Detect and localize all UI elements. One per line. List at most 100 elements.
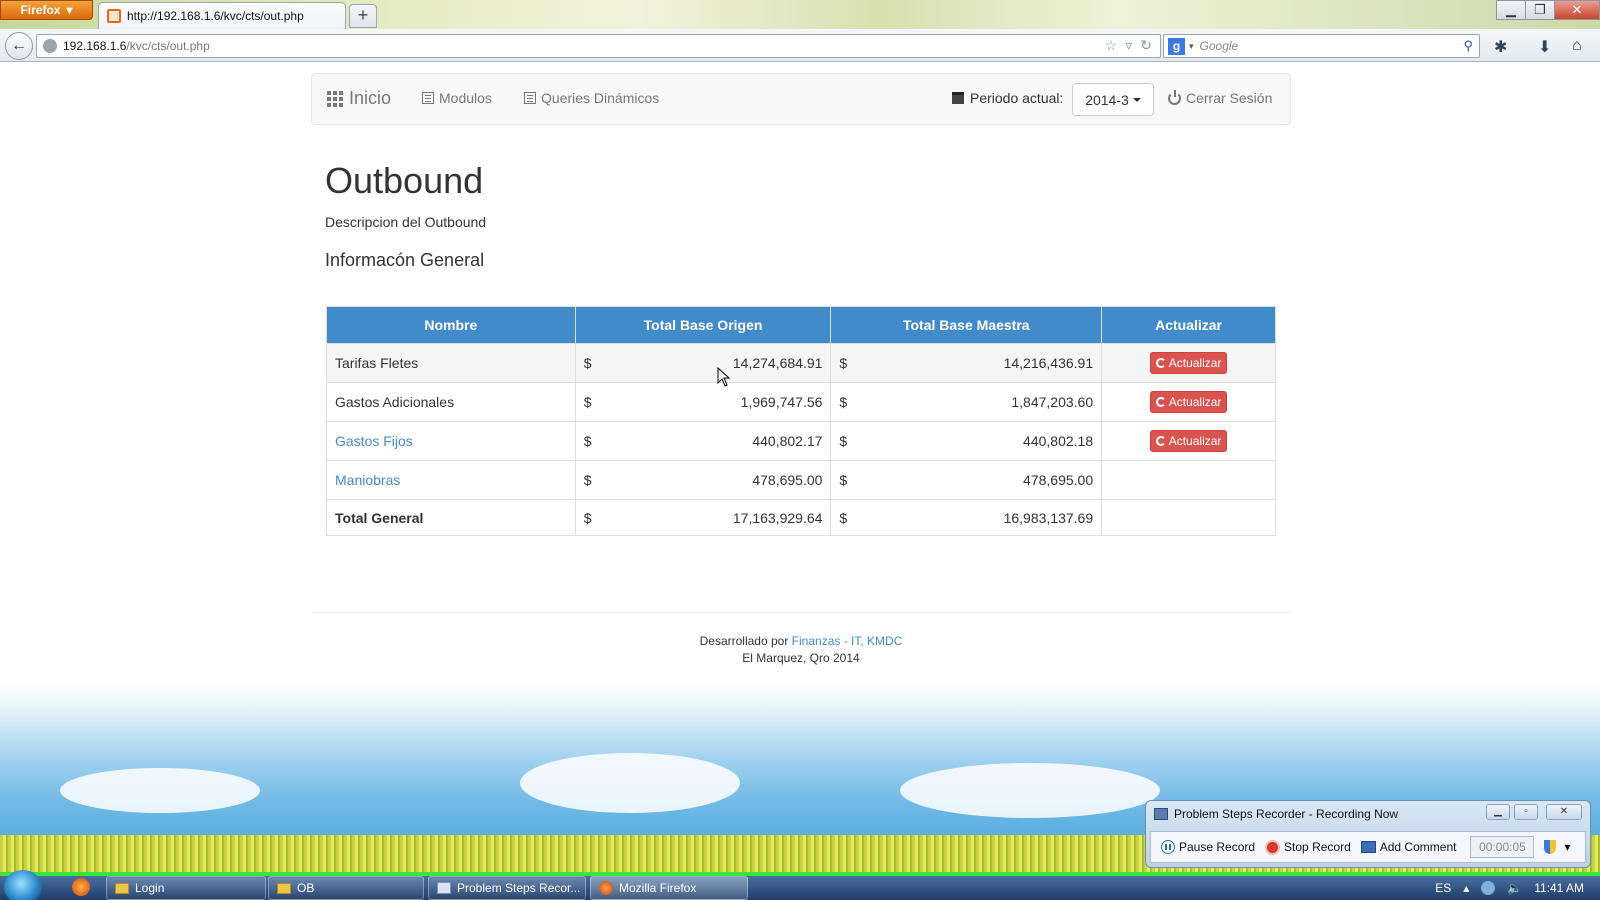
- list-icon: [422, 92, 434, 104]
- recorder-app-icon: [437, 882, 451, 894]
- bookmarks-icon[interactable]: ✱: [1494, 37, 1507, 57]
- stop-label: Stop Record: [1284, 840, 1351, 854]
- pause-label: Pause Record: [1179, 840, 1256, 854]
- taskbar: Login OB Problem Steps Recor... Mozilla …: [0, 870, 1600, 900]
- actualizar-label: Actualizar: [1168, 434, 1222, 448]
- nav-queries[interactable]: Queries Dinámicos: [524, 90, 659, 106]
- bookmark-star-icon[interactable]: ☆: [1105, 37, 1118, 54]
- page-title: Outbound: [325, 160, 484, 201]
- record-timer: 00:00:05: [1470, 836, 1535, 858]
- periodo-label: Periodo actual:: [952, 90, 1063, 106]
- google-icon[interactable]: g: [1168, 37, 1185, 55]
- actualizar-button[interactable]: Actualizar: [1149, 430, 1228, 452]
- table-header-row: Nombre Total Base Origen Total Base Maes…: [326, 306, 1276, 344]
- page-viewport: Inicio Modulos Queries Dinámicos Periodo…: [0, 63, 1600, 879]
- footer-prefix: Desarrollado por: [699, 634, 789, 648]
- dropdown-arrow-icon[interactable]: ▿: [1125, 37, 1132, 54]
- actualizar-label: Actualizar: [1168, 395, 1222, 409]
- browser-titlebar: Firefox ▾ http://192.168.1.6/kvc/cts/out…: [0, 0, 1600, 29]
- url-bar[interactable]: 192.168.1.6 /kvc/cts/out.php ☆ ▿ ↻: [36, 34, 1161, 58]
- start-button[interactable]: [4, 870, 42, 900]
- search-bar[interactable]: g ▾ Google ⚲: [1163, 34, 1480, 58]
- recorder-app-icon: [1154, 808, 1168, 820]
- clock[interactable]: 11:41 AM: [1534, 881, 1584, 895]
- network-icon[interactable]: [1481, 881, 1496, 895]
- stop-icon: [1265, 839, 1281, 855]
- psr-toolbar: Pause Record Stop Record Add Comment 00:…: [1150, 831, 1586, 863]
- footer-link[interactable]: Finanzas - IT, KMDC: [792, 634, 903, 648]
- new-tab-button[interactable]: +: [349, 4, 377, 28]
- show-hidden-icons-icon[interactable]: ▴: [1463, 881, 1469, 895]
- table-total-row: Total General $17,163,929.64 $16,983,137…: [326, 499, 1276, 536]
- language-indicator[interactable]: ES: [1435, 881, 1451, 895]
- folder-icon: [277, 882, 291, 894]
- pause-record-button[interactable]: Pause Record: [1161, 840, 1255, 854]
- taskbar-item-psr[interactable]: Problem Steps Recor...: [428, 876, 586, 900]
- currency-symbol: $: [839, 509, 848, 526]
- logout-link[interactable]: Cerrar Sesión: [1168, 89, 1273, 106]
- list-icon: [524, 92, 536, 104]
- folder-icon: [115, 882, 129, 894]
- firefox-menu-button[interactable]: Firefox ▾: [0, 0, 93, 20]
- origen-value: 440,802.17: [752, 433, 823, 449]
- home-icon[interactable]: ⌂: [1572, 37, 1582, 55]
- logout-label: Cerrar Sesión: [1186, 90, 1273, 106]
- tab-title: http://192.168.1.6/kvc/cts/out.php: [127, 9, 304, 23]
- add-comment-button[interactable]: Add Comment: [1360, 840, 1456, 854]
- brand-link[interactable]: Inicio: [327, 88, 391, 109]
- chevron-down-icon: ▾: [1189, 40, 1194, 51]
- maestra-value: 478,695.00: [1023, 472, 1094, 488]
- reload-icon[interactable]: ↻: [1140, 37, 1152, 54]
- browser-tab[interactable]: http://192.168.1.6/kvc/cts/out.php: [98, 2, 346, 29]
- header-origen: Total Base Origen: [574, 306, 832, 344]
- close-window-button[interactable]: ✕: [1554, 0, 1600, 20]
- periodo-label-text: Periodo actual:: [970, 90, 1064, 106]
- calendar-icon: [952, 92, 964, 104]
- summary-table: Nombre Total Base Origen Total Base Maes…: [326, 306, 1276, 536]
- actualizar-button[interactable]: Actualizar: [1149, 352, 1228, 374]
- steps-recorder-window: Problem Steps Recorder - Recording Now ▁…: [1145, 800, 1591, 868]
- psr-minimize-button[interactable]: ▁: [1486, 804, 1510, 820]
- footer-divider: [311, 612, 1291, 613]
- chevron-down-icon[interactable]: ▾: [1564, 840, 1570, 854]
- periodo-dropdown[interactable]: 2014-3: [1072, 83, 1154, 116]
- task-label: OB: [297, 881, 315, 895]
- minimize-button[interactable]: ▁: [1496, 0, 1526, 20]
- system-tray: ES ▴ 🔈 11:41 AM: [1435, 876, 1600, 900]
- table-row: Tarifas Fletes $14,274,684.91 $14,216,43…: [326, 343, 1276, 383]
- back-button[interactable]: ←: [5, 32, 33, 60]
- url-host: 192.168.1.6: [63, 39, 127, 53]
- row-name-link[interactable]: Gastos Fijos: [335, 433, 413, 449]
- power-icon: [1168, 89, 1181, 105]
- task-label: Mozilla Firefox: [619, 881, 697, 895]
- taskbar-item-login[interactable]: Login: [106, 876, 266, 900]
- caret-down-icon: [1132, 97, 1141, 102]
- empty-cell: [1101, 460, 1276, 500]
- maestra-value: 1,847,203.60: [1011, 394, 1094, 410]
- section-title: Informacón General: [325, 250, 485, 270]
- taskbar-item-firefox[interactable]: Mozilla Firefox: [590, 876, 748, 900]
- row-name: Gastos Adicionales: [326, 382, 576, 422]
- refresh-icon: [1155, 397, 1166, 407]
- psr-title: Problem Steps Recorder - Recording Now: [1174, 807, 1399, 821]
- taskbar-item-ob[interactable]: OB: [268, 876, 424, 900]
- actualizar-button[interactable]: Actualizar: [1149, 391, 1228, 413]
- restore-button[interactable]: ❐: [1525, 0, 1555, 20]
- total-origen: 17,163,929.64: [732, 509, 823, 526]
- row-name-link[interactable]: Maniobras: [335, 472, 400, 488]
- nav-modulos[interactable]: Modulos: [422, 90, 492, 106]
- origen-value: 478,695.00: [752, 472, 823, 488]
- psr-close-button[interactable]: ✕: [1546, 804, 1582, 820]
- search-icon[interactable]: ⚲: [1463, 38, 1473, 54]
- stop-record-button[interactable]: Stop Record: [1265, 839, 1351, 855]
- volume-icon[interactable]: 🔈: [1507, 881, 1522, 895]
- psr-maximize-button[interactable]: ▫: [1514, 804, 1538, 820]
- empty-cell: [1101, 499, 1276, 536]
- firefox-quicklaunch-icon[interactable]: [72, 878, 90, 896]
- table-row: Maniobras $478,695.00 $478,695.00: [326, 460, 1276, 500]
- currency-symbol: $: [583, 394, 592, 410]
- shield-icon[interactable]: [1544, 840, 1557, 854]
- download-icon[interactable]: ⬇: [1538, 37, 1551, 57]
- task-label: Login: [135, 881, 165, 895]
- header-actualizar: Actualizar: [1101, 306, 1276, 344]
